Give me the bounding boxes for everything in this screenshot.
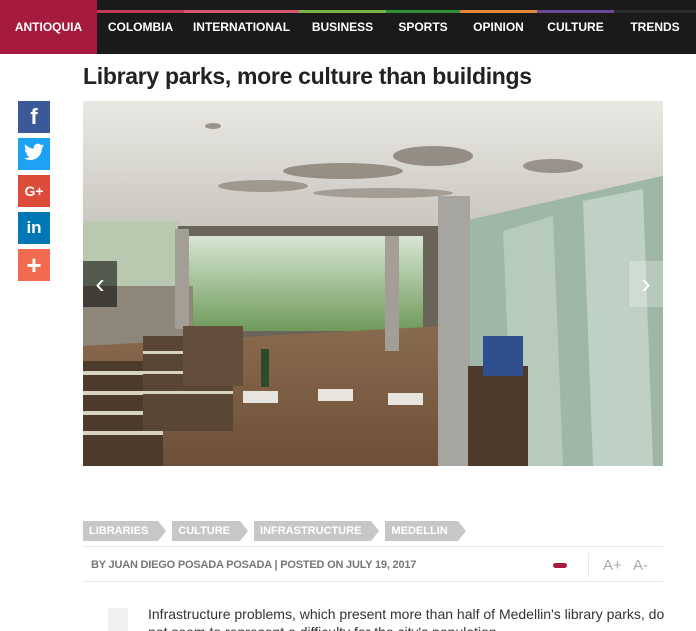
linkedin-icon: in	[26, 218, 42, 237]
chevron-right-icon: ›	[641, 268, 651, 299]
comment-pill[interactable]	[553, 563, 567, 568]
more-share-icon: +	[26, 249, 42, 280]
chevron-left-icon: ‹	[95, 268, 105, 299]
nav-color-bar	[299, 10, 386, 13]
nav-item-label: SPORTS	[398, 20, 448, 34]
tag-medellin[interactable]: MEDELLIN	[385, 521, 466, 541]
nav-item-label: OPINION	[473, 20, 524, 34]
nav-item-trends[interactable]: TRENDS	[614, 0, 696, 54]
nav-item-culture[interactable]: CULTURE	[537, 0, 614, 54]
nav-item-antioquia[interactable]: ANTIOQUIA	[0, 0, 97, 54]
divider	[588, 553, 589, 577]
nav-color-bar	[537, 10, 614, 13]
share-bar: f G+ in +	[18, 101, 50, 286]
author-byline: BY JUAN DIEGO POSADA POSADA | POSTED ON …	[91, 559, 417, 571]
twitter-icon	[24, 143, 44, 166]
tag-libraries[interactable]: LIBRARIES	[83, 521, 167, 541]
tag-list: LIBRARIES CULTURE INFRASTRUCTURE MEDELLI…	[83, 521, 466, 541]
slider-next-button[interactable]: ›	[629, 261, 663, 307]
decorative-block	[108, 608, 128, 631]
twitter-share-button[interactable]	[18, 138, 50, 170]
linkedin-share-button[interactable]: in	[18, 212, 50, 244]
nav-item-international[interactable]: INTERNATIONAL	[184, 0, 299, 54]
slider-prev-button[interactable]: ‹	[83, 261, 117, 307]
nav-color-bar	[614, 10, 696, 13]
nav-item-opinion[interactable]: OPINION	[460, 0, 537, 54]
article-photo: ‹ ›	[83, 101, 663, 466]
nav-item-label: COLOMBIA	[107, 20, 174, 34]
nav-item-business[interactable]: BUSINESS	[299, 0, 386, 54]
nav-item-colombia[interactable]: COLOMBIA	[97, 0, 184, 54]
nav-color-bar	[460, 10, 537, 13]
facebook-icon: f	[30, 104, 38, 129]
nav-item-sports[interactable]: SPORTS	[386, 0, 460, 54]
font-increase-button[interactable]: A+	[603, 557, 622, 574]
top-navigation: ANTIOQUIA COLOMBIA INTERNATIONAL BUSINES…	[0, 0, 696, 54]
article-body: Infrastructure problems, which present m…	[148, 606, 665, 631]
nav-item-label: ANTIOQUIA	[14, 20, 83, 34]
facebook-share-button[interactable]: f	[18, 101, 50, 133]
tag-culture[interactable]: CULTURE	[172, 521, 248, 541]
nav-item-label: TRENDS	[630, 20, 680, 34]
tag-infrastructure[interactable]: INFRASTRUCTURE	[254, 521, 380, 541]
google-plus-icon: G+	[24, 183, 44, 199]
font-decrease-button[interactable]: A-	[633, 557, 648, 574]
nav-color-bar	[97, 10, 184, 13]
library-interior-image	[83, 101, 663, 466]
nav-item-label: BUSINESS	[311, 20, 374, 34]
article-title: Library parks, more culture than buildin…	[83, 63, 532, 89]
more-share-button[interactable]: +	[18, 249, 50, 281]
article-meta: BY JUAN DIEGO POSADA POSADA | POSTED ON …	[83, 546, 663, 582]
nav-item-label: CULTURE	[547, 20, 604, 34]
nav-item-label: INTERNATIONAL	[192, 20, 291, 34]
nav-color-bar	[184, 10, 299, 13]
google-plus-share-button[interactable]: G+	[18, 175, 50, 207]
nav-color-bar	[386, 10, 460, 13]
